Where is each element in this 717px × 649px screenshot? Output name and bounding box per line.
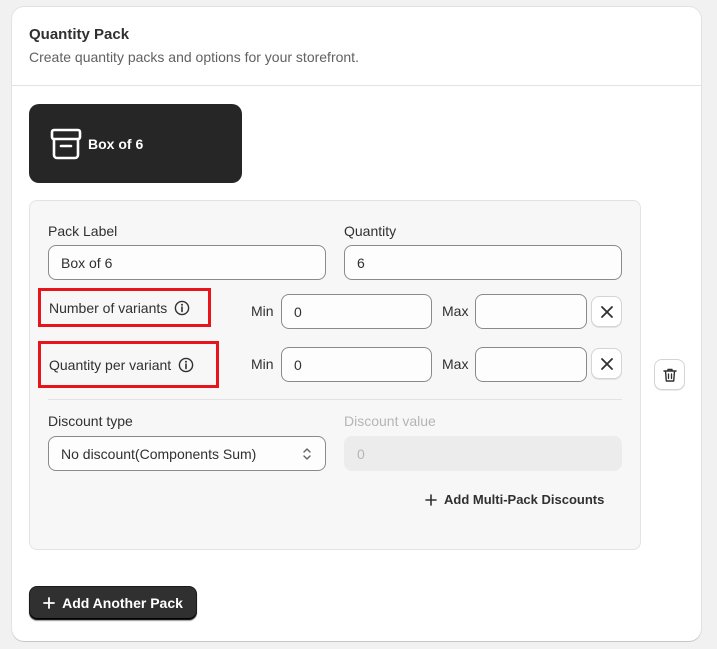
per-variant-max-input[interactable] bbox=[475, 347, 587, 382]
per-variant-label: Quantity per variant bbox=[49, 356, 172, 373]
variants-max-label: Max bbox=[442, 303, 469, 319]
quantity-label: Quantity bbox=[344, 223, 397, 239]
variants-max-input[interactable] bbox=[475, 294, 587, 329]
clear-per-variant-button[interactable] bbox=[591, 348, 622, 379]
info-icon[interactable] bbox=[178, 357, 194, 373]
per-variant-label-highlight: Quantity per variant bbox=[38, 341, 219, 388]
quantity-input[interactable] bbox=[344, 245, 622, 280]
clear-variants-button[interactable] bbox=[591, 296, 622, 327]
delete-pack-button[interactable] bbox=[654, 359, 685, 390]
discount-type-label: Discount type bbox=[48, 413, 133, 429]
pack-tile-label: Box of 6 bbox=[88, 135, 144, 152]
variants-min-label: Min bbox=[251, 303, 274, 319]
close-icon bbox=[600, 305, 613, 318]
plus-icon bbox=[425, 493, 437, 506]
per-variant-min-input[interactable] bbox=[281, 347, 432, 382]
info-icon[interactable] bbox=[174, 300, 190, 316]
card-header: Quantity Pack Create quantity packs and … bbox=[12, 7, 701, 86]
add-multi-pack-discounts-button[interactable]: Add Multi-Pack Discounts bbox=[425, 492, 604, 507]
pack-label-label: Pack Label bbox=[48, 223, 118, 239]
variants-min-input[interactable] bbox=[281, 294, 432, 329]
add-multi-pack-discounts-label: Add Multi-Pack Discounts bbox=[444, 492, 605, 507]
pack-editor-panel: Pack Label Quantity Number of variants M… bbox=[29, 200, 641, 550]
discount-type-select[interactable]: No discount(Components Sum) bbox=[48, 436, 326, 471]
box-icon bbox=[49, 127, 83, 161]
add-another-pack-label: Add Another Pack bbox=[62, 595, 183, 611]
select-chevron-icon bbox=[301, 446, 313, 465]
discount-type-value: No discount(Components Sum) bbox=[61, 445, 257, 462]
divider bbox=[48, 399, 622, 400]
card-subtitle: Create quantity packs and options for yo… bbox=[29, 49, 359, 65]
variants-label: Number of variants bbox=[49, 299, 168, 316]
per-variant-min-label: Min bbox=[251, 356, 274, 372]
pack-tile-box-of-6[interactable]: Box of 6 bbox=[29, 104, 242, 183]
plus-icon bbox=[43, 597, 55, 609]
discount-value-label: Discount value bbox=[344, 413, 436, 429]
close-icon bbox=[600, 357, 613, 370]
trash-icon bbox=[662, 368, 677, 382]
quantity-pack-card: Quantity Pack Create quantity packs and … bbox=[12, 7, 701, 641]
pack-label-input[interactable] bbox=[48, 245, 326, 280]
add-another-pack-button[interactable]: Add Another Pack bbox=[29, 586, 197, 620]
card-title: Quantity Pack bbox=[29, 26, 130, 43]
discount-value-input bbox=[344, 436, 622, 471]
variants-label-highlight: Number of variants bbox=[38, 288, 211, 327]
per-variant-max-label: Max bbox=[442, 356, 469, 372]
